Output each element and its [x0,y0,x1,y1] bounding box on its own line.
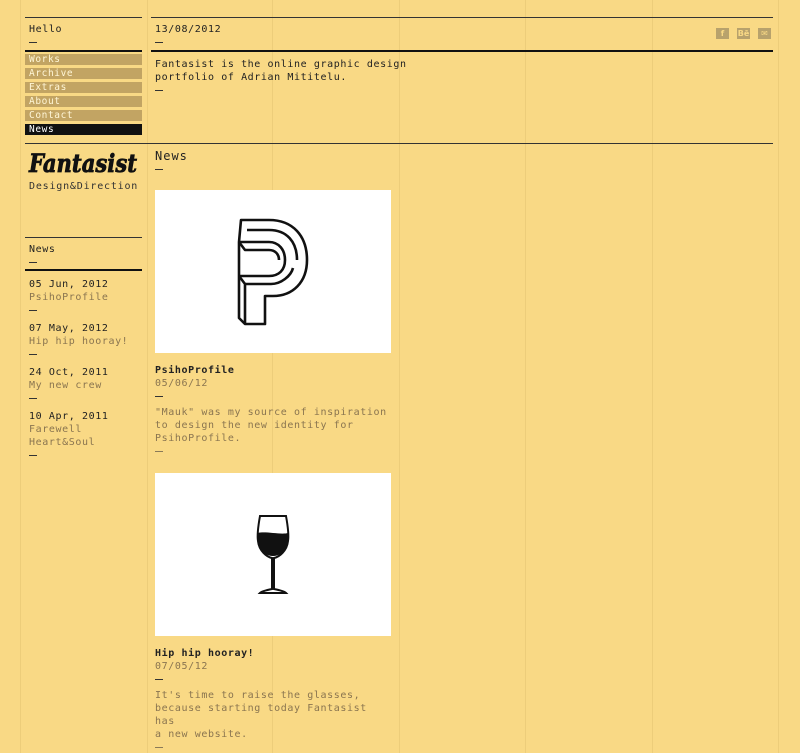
dash [155,679,163,680]
post-date: 07/05/12 [155,661,208,672]
news-item-title[interactable]: Farewell Heart&Soul [29,423,144,449]
news-item-title[interactable]: PsihoProfile [29,291,144,304]
fantasist-logo-icon: Fantasist [28,149,138,179]
behance-icon[interactable]: Bē [737,28,750,39]
wine-glass-icon [256,514,290,594]
sidebar-news-list: 05 Jun, 2012 PsihoProfile 07 May, 2012 H… [29,278,144,467]
divider [25,237,142,238]
sidebar-news-item[interactable]: 07 May, 2012 Hip hip hooray! [29,322,144,355]
facebook-icon[interactable]: f [716,28,729,39]
sidebar-news-item[interactable]: 05 Jun, 2012 PsihoProfile [29,278,144,311]
post-title[interactable]: PsihoProfile [155,364,391,377]
post-description-line: to design the new identity for [155,420,354,431]
news-item-date: 05 Jun, 2012 [29,279,109,290]
grid-line [525,0,526,753]
news-item-date: 07 May, 2012 [29,323,109,334]
post-image[interactable] [155,473,391,636]
tagline: Design&Direction [29,181,139,192]
page-title: News [155,149,188,170]
post-title[interactable]: Hip hip hooray! [155,647,391,660]
grid-line [147,0,148,753]
social-links: f Bē ✉ [716,28,771,39]
divider [151,50,773,52]
news-post: PsihoProfile 05/06/12 "Mauk" was my sour… [155,190,391,452]
intro-text: Fantasist is the online graphic design p… [155,58,415,91]
post-description-line: It's time to raise the glasses, [155,690,361,701]
news-item-title[interactable]: Hip hip hooray! [29,335,144,348]
current-date-text: 13/08/2012 [155,24,222,35]
dash [155,90,163,91]
divider [25,143,773,144]
post-description-line: a new website. [155,729,248,740]
dash [155,42,163,43]
sidebar-news-item[interactable]: 10 Apr, 2011 Farewell Heart&Soul [29,410,144,456]
divider [25,50,142,52]
mail-icon[interactable]: ✉ [758,28,771,39]
nav-item-archive[interactable]: Archive [25,68,142,79]
dash [29,455,37,456]
divider [25,269,142,271]
sidebar-news-heading-text: News [29,244,56,255]
dash [155,747,163,748]
news-item-date: 10 Apr, 2011 [29,411,109,422]
news-item-date: 24 Oct, 2011 [29,367,109,378]
nav-item-works[interactable]: Works [25,54,142,65]
nav-item-contact[interactable]: Contact [25,110,142,121]
post-image[interactable] [155,190,391,353]
post-description-line: "Mauk" was my source of inspiration [155,407,387,418]
intro-line: portfolio of Adrian Mititelu. [155,72,347,83]
post-description-line: PsihoProfile. [155,433,242,444]
greeting-text: Hello [29,24,63,35]
svg-text:Fantasist: Fantasist [28,149,137,178]
current-date: 13/08/2012 [155,23,221,43]
dash [29,310,37,311]
dash [155,451,163,452]
main-nav: Works Archive Extras About Contact News [25,54,142,138]
grid-line [652,0,653,753]
letter-p-logo-icon [237,218,309,325]
post-description-line: because starting today Fantasist has [155,703,367,727]
dash [155,396,163,397]
post-date: 05/06/12 [155,378,208,389]
site-logo[interactable]: Fantasist [28,148,140,182]
divider [25,17,142,18]
dash [155,169,163,170]
news-post: Hip hip hooray! 07/05/12 It's time to ra… [155,473,391,748]
nav-item-about[interactable]: About [25,96,142,107]
sidebar-news-item[interactable]: 24 Oct, 2011 My new crew [29,366,144,399]
nav-item-news[interactable]: News [25,124,142,135]
grid-line [399,0,400,753]
intro-line: Fantasist is the online graphic design [155,59,407,70]
sidebar-news-heading: News [29,243,55,263]
page-title-text: News [155,149,188,163]
divider [151,17,773,18]
post-description: It's time to raise the glasses, because … [155,689,391,741]
post-description: "Mauk" was my source of inspiration to d… [155,406,391,445]
news-item-title[interactable]: My new crew [29,379,144,392]
dash [29,262,37,263]
nav-item-extras[interactable]: Extras [25,82,142,93]
grid-line [778,0,779,753]
dash [29,42,37,43]
dash [29,398,37,399]
grid-line [20,0,21,753]
greeting: Hello [29,23,62,43]
dash [29,354,37,355]
